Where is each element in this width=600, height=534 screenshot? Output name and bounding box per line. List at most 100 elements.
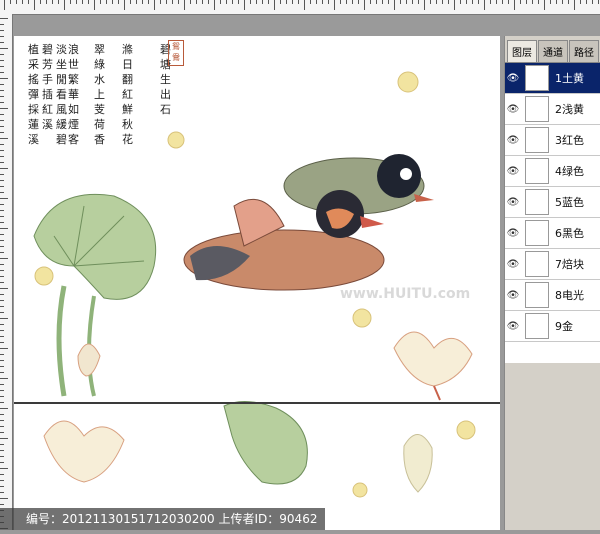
ruler-tick: [0, 360, 4, 361]
ruler-tick: [472, 0, 473, 4]
gold-dot: [34, 266, 54, 286]
layer-name: 6黑色: [555, 227, 584, 240]
ruler-tick: [0, 258, 8, 259]
ruler-tick: [304, 0, 305, 10]
layer-name: 5蓝色: [555, 196, 584, 209]
layer-row[interactable]: 👁 2浅黄: [505, 94, 600, 125]
tab-paths[interactable]: 路径: [569, 40, 599, 62]
visibility-eye-icon[interactable]: 👁: [505, 228, 521, 239]
tab-layers[interactable]: 图层: [507, 40, 537, 62]
ruler-tick: [166, 0, 167, 4]
document-canvas[interactable]: [14, 36, 500, 530]
ruler-tick: [256, 0, 257, 4]
layer-row[interactable]: 👁 6黑色: [505, 218, 600, 249]
ruler-tick: [382, 0, 383, 4]
ruler-tick: [298, 0, 299, 4]
visibility-eye-icon[interactable]: 👁: [505, 321, 521, 332]
ruler-tick: [0, 282, 4, 283]
layer-thumbnail: [525, 313, 549, 339]
ruler-tick: [316, 0, 317, 4]
layer-row[interactable]: 👁 5蓝色: [505, 187, 600, 218]
ruler-tick: [0, 114, 4, 115]
ruler-tick: [358, 0, 359, 4]
visibility-eye-icon[interactable]: 👁: [505, 73, 521, 84]
ruler-tick: [0, 78, 8, 79]
ruler-tick: [0, 330, 4, 331]
ruler-tick: [322, 0, 323, 4]
visibility-eye-icon[interactable]: 👁: [505, 290, 521, 301]
ruler-tick: [0, 444, 4, 445]
visibility-eye-icon[interactable]: 👁: [505, 166, 521, 177]
ruler-tick: [184, 0, 185, 10]
artwork: [33, 71, 476, 498]
ruler-tick: [0, 120, 4, 121]
lotus-leaf: [223, 401, 308, 485]
ruler-tick: [466, 0, 467, 4]
gold-dot: [352, 482, 368, 498]
ruler-tick: [136, 0, 137, 4]
layer-name: 1土黄: [555, 72, 584, 85]
ruler-tick: [562, 0, 563, 4]
poem-column: 滌日翻紅鮮秋花: [122, 43, 133, 146]
ruler-tick: [0, 132, 4, 133]
tab-channels[interactable]: 通道: [538, 40, 568, 62]
ruler-tick: [556, 0, 557, 4]
ruler-tick: [418, 0, 419, 4]
ruler-tick: [130, 0, 131, 4]
visibility-eye-icon[interactable]: 👁: [505, 259, 521, 270]
seal-stamp: 鴛鴦: [168, 40, 184, 66]
ruler-tick: [0, 504, 4, 505]
ruler-tick: [0, 432, 4, 433]
ruler-tick: [388, 0, 389, 4]
ruler-tick: [0, 336, 4, 337]
visibility-eye-icon[interactable]: 👁: [505, 135, 521, 146]
ruler-tick: [214, 0, 215, 10]
ruler-tick: [280, 0, 281, 4]
ruler-tick: [22, 0, 23, 4]
ruler-tick: [502, 0, 503, 4]
ruler-tick: [76, 0, 77, 4]
ruler-tick: [334, 0, 335, 10]
ruler-tick: [274, 0, 275, 10]
ruler-tick: [0, 48, 8, 49]
ruler-tick: [112, 0, 113, 4]
ruler-tick: [0, 492, 4, 493]
ruler-tick: [0, 450, 4, 451]
ruler-tick: [196, 0, 197, 4]
ruler-tick: [172, 0, 173, 4]
ruler-tick: [0, 456, 4, 457]
visibility-eye-icon[interactable]: 👁: [505, 104, 521, 115]
ruler-tick: [514, 0, 515, 10]
lotus-leaf: [33, 193, 157, 300]
ruler-tick: [442, 0, 443, 4]
layer-row[interactable]: 👁 7焙块: [505, 249, 600, 280]
ruler-tick: [0, 54, 4, 55]
ruler-tick: [496, 0, 497, 4]
layer-row[interactable]: 👁 3红色: [505, 125, 600, 156]
layer-thumbnail: [525, 158, 549, 184]
ruler-tick: [0, 234, 4, 235]
ruler-tick: [4, 0, 5, 10]
ruler-tick: [0, 156, 4, 157]
ruler-tick: [208, 0, 209, 4]
layer-row[interactable]: 👁 8电光: [505, 280, 600, 311]
ruler-tick: [544, 0, 545, 10]
ruler-tick: [0, 204, 4, 205]
ruler-tick: [0, 108, 8, 109]
layer-row[interactable]: 👁 1土黄: [505, 63, 600, 94]
ruler-tick: [0, 90, 4, 91]
layer-row[interactable]: 👁 4绿色: [505, 156, 600, 187]
layer-row[interactable]: 👁 9金: [505, 311, 600, 342]
ruler-tick: [160, 0, 161, 4]
ruler-tick: [0, 384, 4, 385]
ruler-tick: [0, 18, 8, 19]
gold-dot: [397, 71, 419, 93]
ruler-tick: [0, 102, 4, 103]
ruler-tick: [448, 0, 449, 4]
ruler-tick: [220, 0, 221, 4]
ruler-tick: [148, 0, 149, 4]
gold-dot: [456, 420, 476, 440]
ruler-tick: [0, 348, 8, 349]
visibility-eye-icon[interactable]: 👁: [505, 197, 521, 208]
ruler-tick: [0, 468, 8, 469]
